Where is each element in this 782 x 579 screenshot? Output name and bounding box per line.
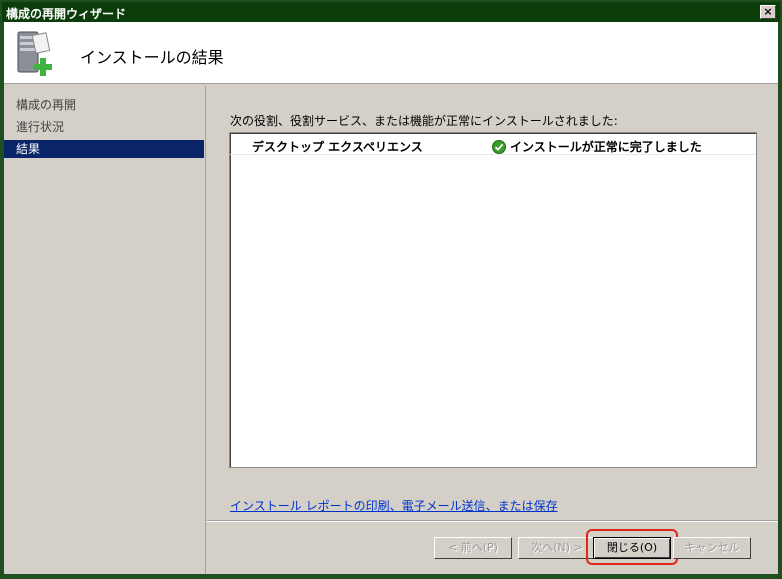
wizard-header: インストールの結果 bbox=[4, 22, 778, 84]
result-feature-name: デスクトップ エクスペリエンス bbox=[252, 140, 423, 154]
next-button[interactable]: 次へ(N) > bbox=[518, 537, 596, 559]
wizard-client-area: インストールの結果 構成の再開 進行状況 結果 次の役割、役割サービス、または機… bbox=[4, 22, 778, 574]
close-button[interactable]: 閉じる(O) bbox=[593, 537, 671, 559]
wizard-footer: < 前へ(P) 次へ(N) > 閉じる(O) キャンセル bbox=[207, 520, 778, 574]
report-link[interactable]: インストール レポートの印刷、電子メール送信、または保存 bbox=[230, 497, 558, 514]
wizard-window: 構成の再開ウィザード × インストールの結果 構成の再開 進行状況 結果 次の役… bbox=[0, 0, 782, 579]
result-status: インストールが正常に完了しました bbox=[492, 138, 702, 155]
results-panel: 次の役割、役割サービス、または機能が正常にインストールされました: デスクトップ… bbox=[207, 86, 778, 520]
window-title: 構成の再開ウィザード bbox=[6, 7, 127, 21]
nav-item-resume-config[interactable]: 構成の再開 bbox=[4, 96, 204, 114]
close-window-button[interactable]: × bbox=[760, 5, 776, 19]
result-status-text: インストールが正常に完了しました bbox=[510, 140, 702, 154]
back-button[interactable]: < 前へ(P) bbox=[434, 537, 512, 559]
server-add-icon bbox=[12, 28, 64, 80]
cancel-button[interactable]: キャンセル bbox=[673, 537, 751, 559]
results-list[interactable]: デスクトップ エクスペリエンス インストールが正常に完了しました bbox=[229, 132, 757, 468]
results-intro-text: 次の役割、役割サービス、または機能が正常にインストールされました: bbox=[230, 114, 618, 128]
nav-item-results[interactable]: 結果 bbox=[4, 140, 204, 158]
wizard-step-nav: 構成の再開 進行状況 結果 bbox=[4, 86, 206, 574]
page-title: インストールの結果 bbox=[80, 48, 224, 67]
nav-item-progress[interactable]: 進行状況 bbox=[4, 118, 204, 136]
list-item[interactable]: デスクトップ エクスペリエンス インストールが正常に完了しました bbox=[230, 135, 756, 155]
success-check-icon bbox=[492, 139, 506, 154]
title-bar: 構成の再開ウィザード × bbox=[2, 2, 780, 22]
